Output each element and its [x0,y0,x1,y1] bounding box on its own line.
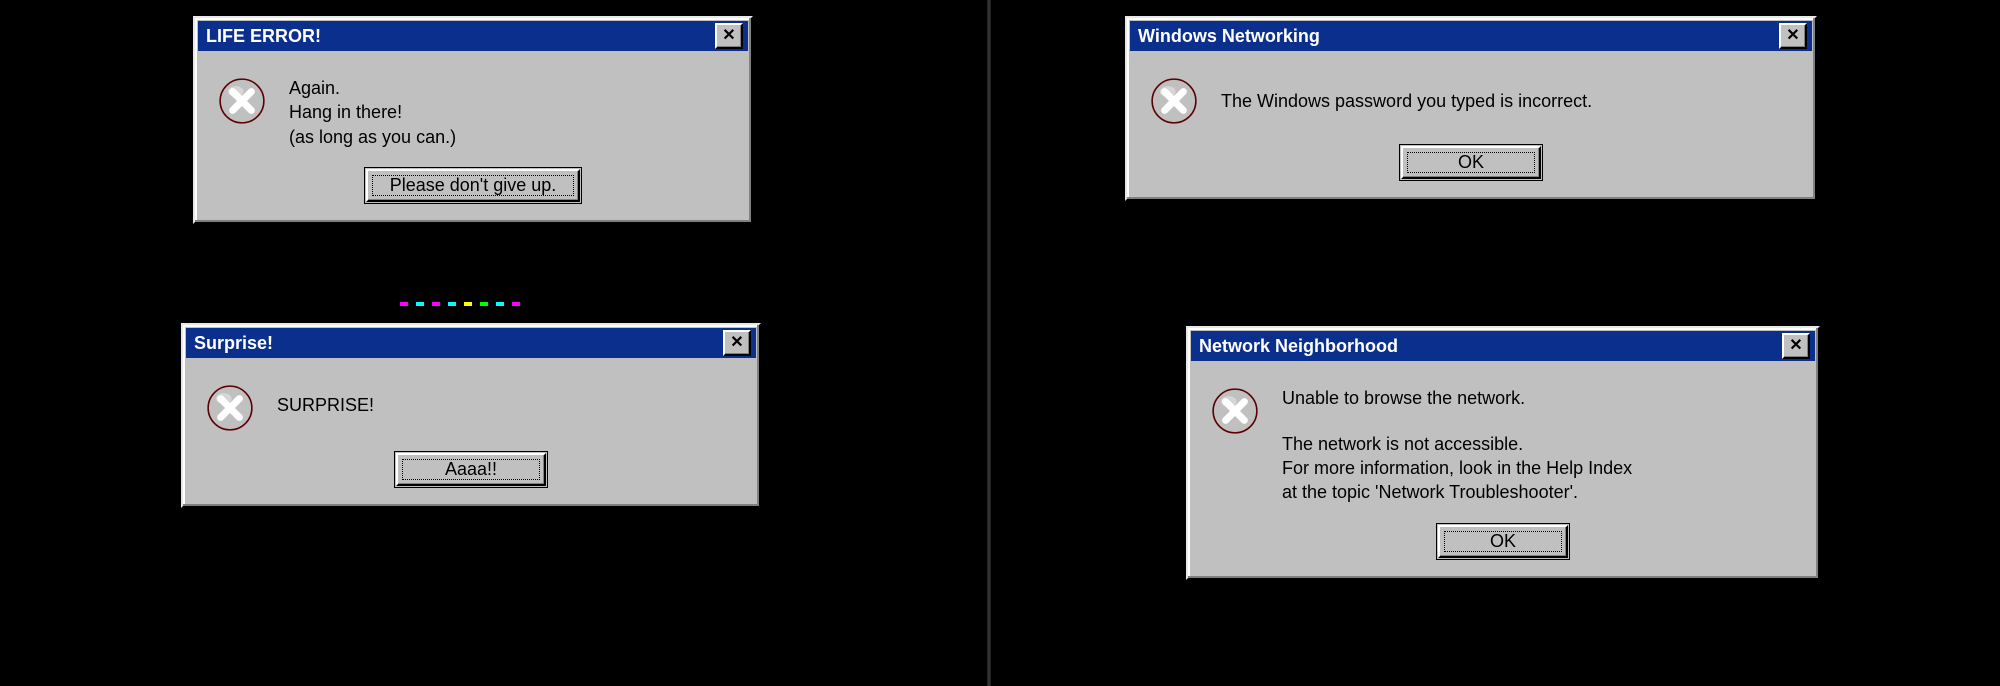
close-button[interactable]: ✕ [1782,333,1810,359]
dialog-network-neighborhood: Network Neighborhood ✕ Unable to browse … [1186,326,1820,580]
close-icon: ✕ [1786,28,1799,44]
titlebar[interactable]: Surprise! ✕ [186,328,756,358]
message-line: Hang in there! [289,100,456,124]
error-icon [217,76,267,126]
message-line: SURPRISE! [277,393,374,417]
dialog-life-error: LIFE ERROR! ✕ Again. Hang in there! (as … [193,16,753,224]
ok-button[interactable]: Aaaa!! [396,453,546,486]
titlebar[interactable]: LIFE ERROR! ✕ [198,21,748,51]
button-label: OK [1490,531,1516,551]
message-line: The Windows password you typed is incorr… [1221,89,1592,113]
close-button[interactable]: ✕ [723,330,751,356]
close-button[interactable]: ✕ [715,23,743,49]
button-label: OK [1458,152,1484,172]
titlebar[interactable]: Windows Networking ✕ [1130,21,1812,51]
close-button[interactable]: ✕ [1779,23,1807,49]
message-line: Unable to browse the network. [1282,386,1632,410]
title-text: Network Neighborhood [1199,336,1398,357]
message: The Windows password you typed is incorr… [1221,85,1592,113]
button-label: Please don't give up. [390,175,557,195]
close-icon: ✕ [722,28,735,44]
decorative-dots [400,302,520,308]
dialog-windows-networking: Windows Networking ✕ The Windows passwor… [1125,16,1817,201]
title-text: LIFE ERROR! [206,26,321,47]
ok-button[interactable]: OK [1401,146,1541,179]
message: SURPRISE! [277,379,374,417]
titlebar[interactable]: Network Neighborhood ✕ [1191,331,1815,361]
message-line: Again. [289,76,456,100]
error-icon [1210,386,1260,436]
message-line [1282,410,1632,432]
title-text: Surprise! [194,333,273,354]
message-line: at the topic 'Network Troubleshooter'. [1282,480,1632,504]
title-text: Windows Networking [1138,26,1320,47]
vertical-divider [988,0,990,686]
dialog-surprise: Surprise! ✕ SURPRISE! Aaaa!! [181,323,761,508]
error-icon [205,383,255,433]
error-icon [1149,76,1199,126]
message: Again. Hang in there! (as long as you ca… [289,72,456,149]
message-line: For more information, look in the Help I… [1282,456,1632,480]
message-line: (as long as you can.) [289,125,456,149]
message: Unable to browse the network. The networ… [1282,382,1632,505]
close-icon: ✕ [1789,338,1802,354]
close-icon: ✕ [730,335,743,351]
ok-button[interactable]: OK [1438,525,1568,558]
message-line: The network is not accessible. [1282,432,1632,456]
ok-button[interactable]: Please don't give up. [366,169,581,202]
button-label: Aaaa!! [445,459,497,479]
